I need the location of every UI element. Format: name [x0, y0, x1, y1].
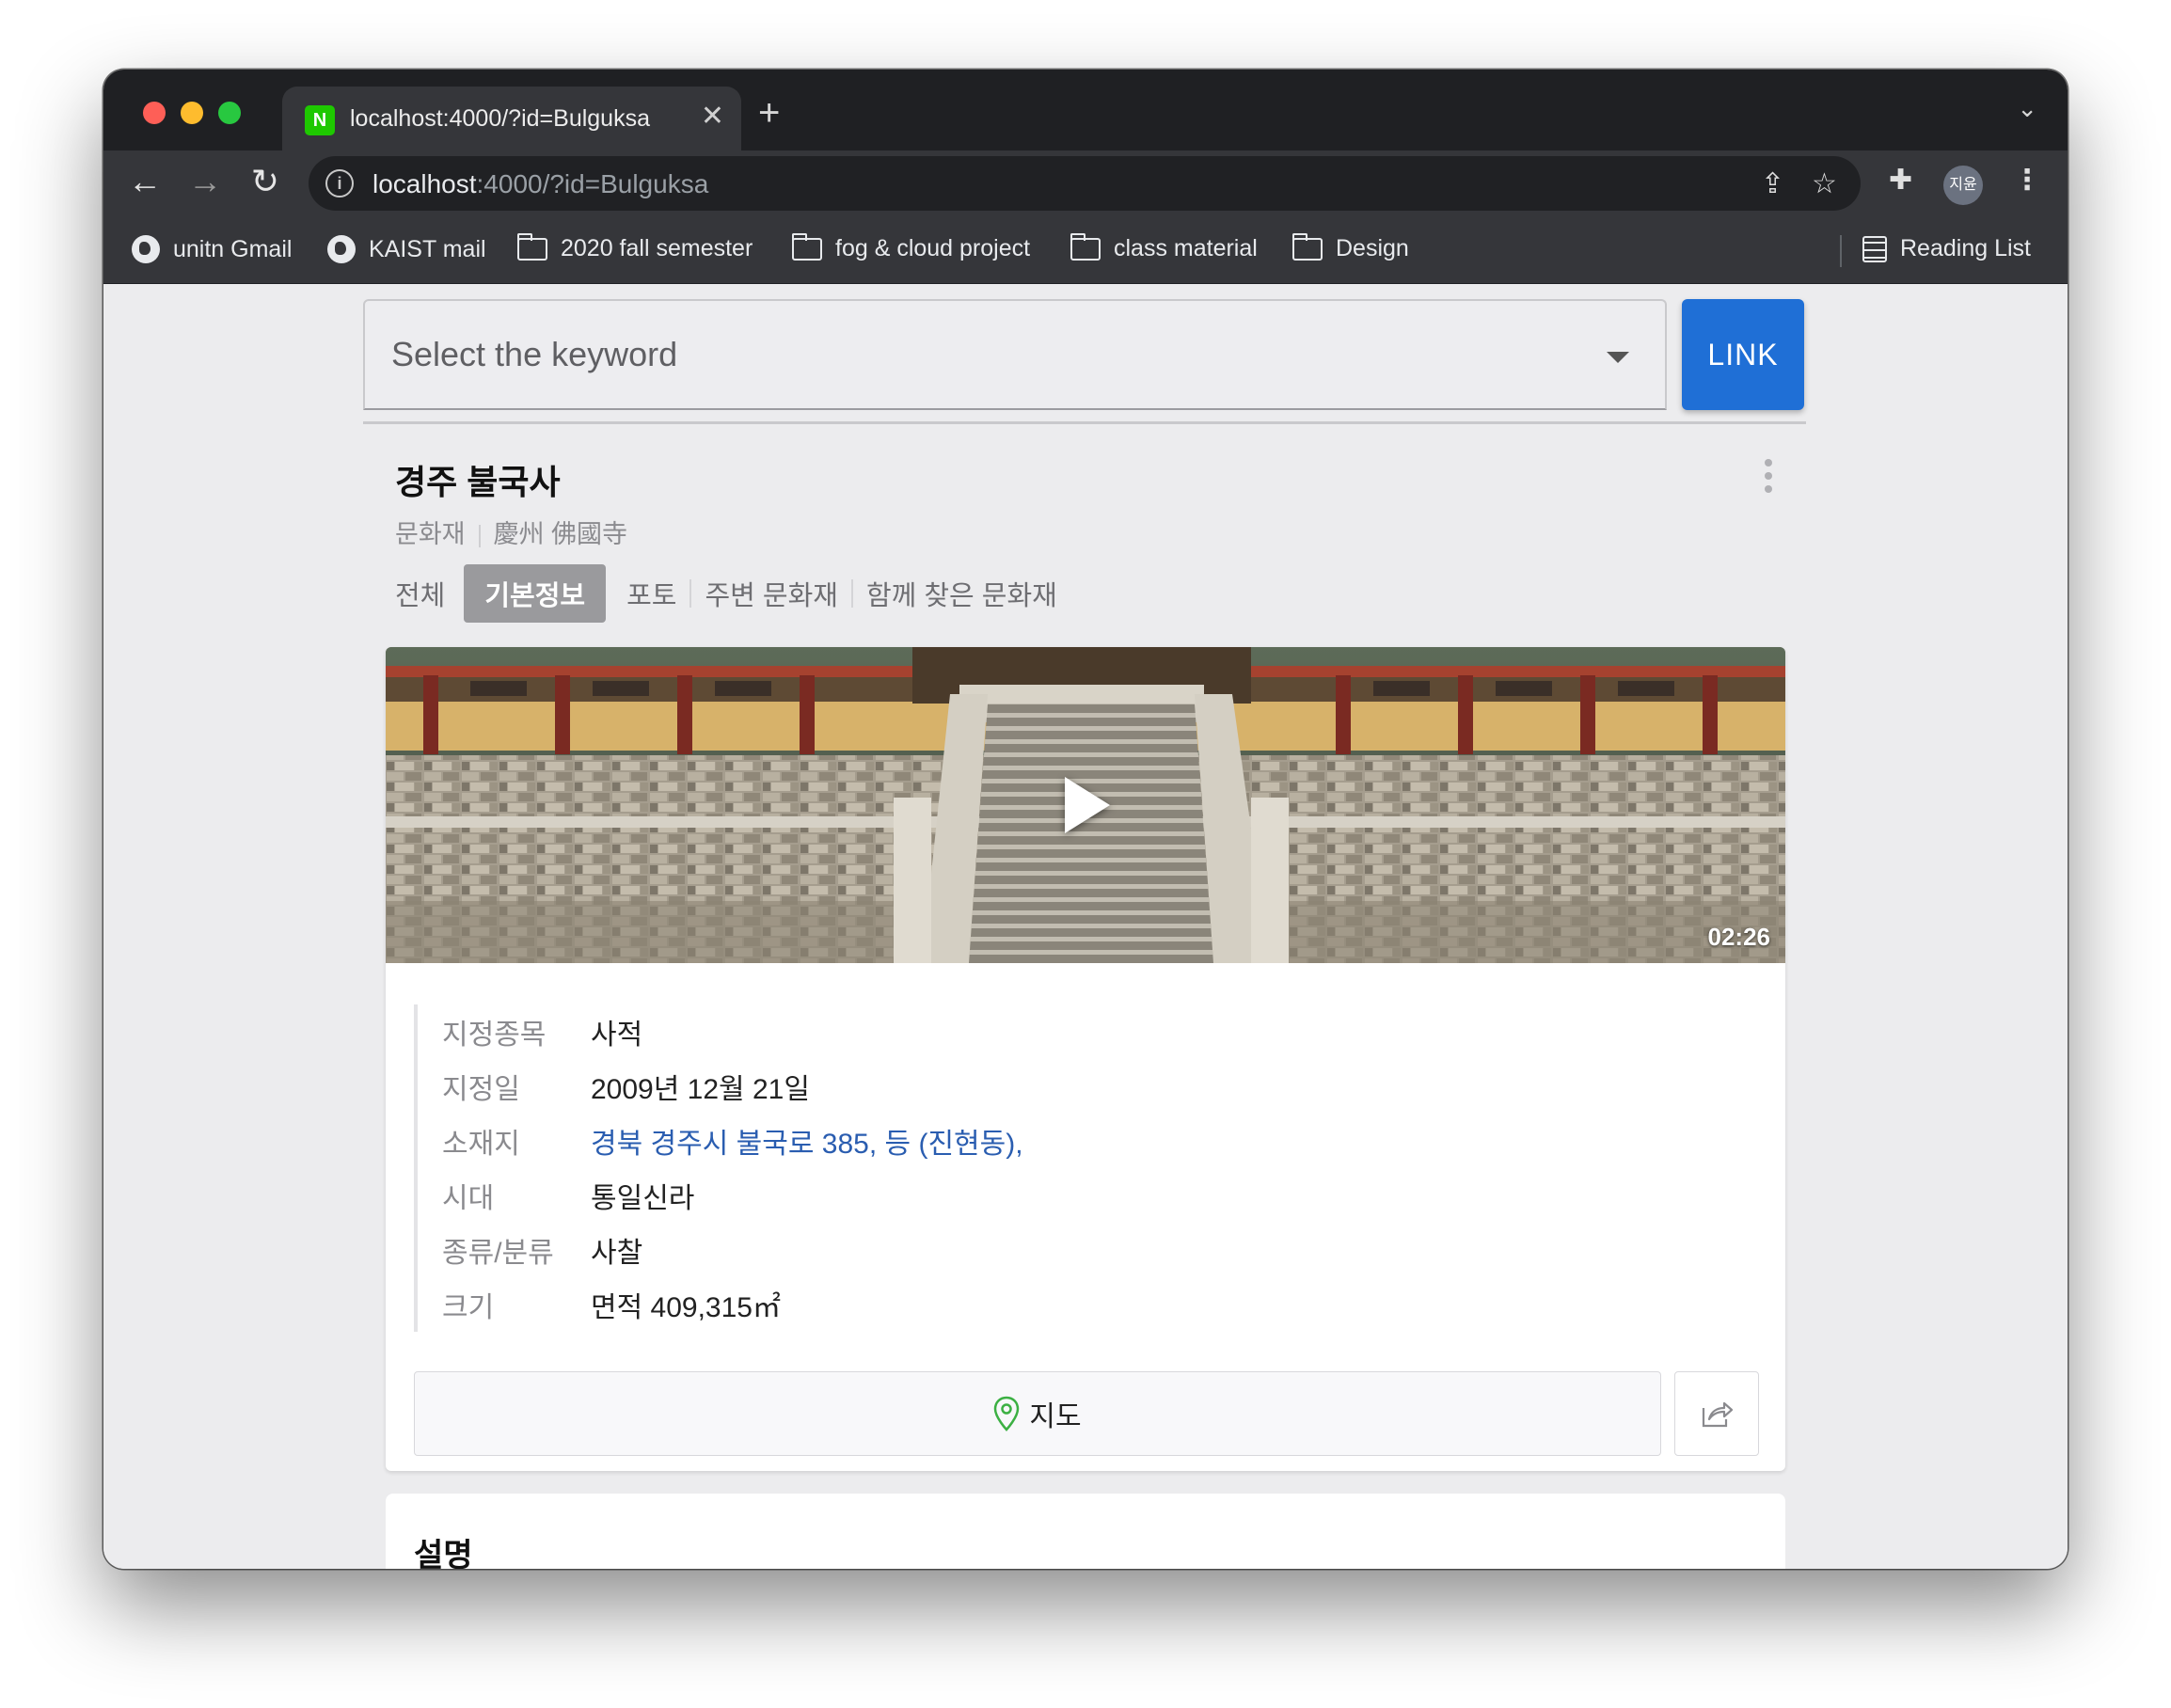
- folder-icon: [1292, 232, 1323, 261]
- detail-label: 지정일: [442, 1074, 520, 1105]
- detail-row: 지정종목 사적: [442, 1004, 1023, 1059]
- heritage-hanja: 慶州 佛國寺: [493, 520, 628, 548]
- maximize-window-button[interactable]: [218, 102, 241, 124]
- tab-photo[interactable]: 포토: [613, 574, 689, 613]
- dropdown-arrow-icon[interactable]: [1607, 352, 1629, 363]
- folder-icon: [792, 232, 822, 261]
- tab-close-icon[interactable]: ✕: [701, 100, 724, 133]
- tab-all[interactable]: 전체: [395, 574, 458, 613]
- forward-arrow-icon[interactable]: →: [186, 162, 224, 201]
- profile-avatar[interactable]: 지윤: [1943, 166, 1983, 205]
- address-bar[interactable]: i localhost:4000/?id=Bulguksa ⇪ ☆: [309, 156, 1861, 211]
- bookmark-folder-design[interactable]: Design: [1292, 232, 1409, 262]
- detail-label: 지정종목: [442, 1020, 547, 1051]
- bookmark-unitn-gmail[interactable]: unitn Gmail: [132, 235, 292, 263]
- heritage-category: 문화재: [395, 520, 466, 548]
- detail-value: 통일신라: [591, 1183, 695, 1214]
- page-content: Select the keyword LINK 경주 불국사 문화재 慶州 佛國寺…: [103, 284, 2068, 1569]
- browser-toolbar: ← → ↻ i localhost:4000/?id=Bulguksa ⇪ ☆ …: [103, 150, 2068, 218]
- share-icon: [1702, 1401, 1734, 1428]
- map-button-label: 지도: [1029, 1401, 1082, 1432]
- bookmark-kaist-mail[interactable]: KAIST mail: [327, 235, 486, 263]
- bookmark-folder-class-material[interactable]: class material: [1070, 232, 1258, 262]
- browser-tab[interactable]: N localhost:4000/?id=Bulguksa ✕: [282, 87, 741, 150]
- link-button[interactable]: LINK: [1682, 299, 1804, 410]
- keyword-select[interactable]: Select the keyword: [363, 299, 1667, 410]
- address-link[interactable]: 경북 경주시 불국로 385, 등 (진현동),: [591, 1120, 1023, 1162]
- detail-label: 종류/분류: [442, 1238, 554, 1269]
- bookmark-folder-fog-cloud[interactable]: fog & cloud project: [792, 232, 1030, 262]
- folder-icon: [517, 232, 547, 261]
- keyword-select-placeholder: Select the keyword: [391, 335, 678, 373]
- extensions-puzzle-icon[interactable]: ✚: [1889, 164, 1912, 197]
- detail-value: 면적 409,315㎡: [591, 1292, 781, 1323]
- details-list: 지정종목 사적 지정일 2009년 12월 21일 소재지 경북 경주시 불국로…: [414, 1004, 1023, 1332]
- detail-row: 크기 면적 409,315㎡: [442, 1277, 1023, 1332]
- heritage-panel: 경주 불국사 문화재 慶州 佛國寺 전체 기본정보 포토 주변 문화재 함께 찾은…: [363, 425, 1806, 1569]
- detail-row: 종류/분류 사찰: [442, 1223, 1023, 1277]
- heritage-title: 경주 불국사: [395, 463, 561, 501]
- tab-related-heritage[interactable]: 함께 찾은 문화재: [853, 574, 1070, 613]
- tab-strip: N localhost:4000/?id=Bulguksa ✕ + ⌄: [103, 70, 2068, 150]
- bookmark-folder-2020-fall[interactable]: 2020 fall semester: [517, 232, 753, 262]
- more-options-icon[interactable]: [1765, 459, 1772, 493]
- tab-basic-info[interactable]: 기본정보: [464, 564, 607, 623]
- detail-row: 소재지 경북 경주시 불국로 385, 등 (진현동),: [442, 1114, 1023, 1168]
- video-thumbnail[interactable]: 02:26: [386, 647, 1785, 963]
- heritage-tabs: 전체 기본정보 포토 주변 문화재 함께 찾은 문화재: [395, 564, 1070, 623]
- browser-menu-icon[interactable]: ⋮: [2013, 164, 2041, 197]
- detail-row: 지정일 2009년 12월 21일: [442, 1059, 1023, 1114]
- video-duration: 02:26: [1707, 923, 1771, 951]
- description-card: 설명: [386, 1494, 1785, 1569]
- description-title: 설명: [414, 1538, 473, 1569]
- reading-list-icon: [1862, 235, 1887, 262]
- globe-icon: [132, 235, 160, 263]
- basic-info-card: 02:26 지정종목 사적 지정일 2009년 12월 21일 소재지 경북 경…: [386, 647, 1785, 1471]
- minimize-window-button[interactable]: [181, 102, 203, 124]
- back-arrow-icon[interactable]: ←: [126, 162, 164, 201]
- detail-label: 크기: [442, 1292, 495, 1323]
- detail-label: 소재지: [442, 1129, 520, 1160]
- map-button[interactable]: 지도: [414, 1371, 1661, 1456]
- new-tab-icon[interactable]: +: [758, 92, 780, 134]
- heritage-subtitle: 문화재 慶州 佛國寺: [395, 514, 627, 550]
- tab-search-chevron-icon[interactable]: ⌄: [2017, 94, 2037, 123]
- bookmarks-bar: unitn Gmail KAIST mail 2020 fall semeste…: [103, 218, 2068, 284]
- detail-value: 사찰: [591, 1238, 643, 1269]
- bookmarks-divider: [1840, 235, 1842, 267]
- detail-value: 2009년 12월 21일: [591, 1074, 810, 1105]
- share-button[interactable]: [1674, 1371, 1759, 1456]
- reload-icon[interactable]: ↻: [246, 162, 284, 201]
- reading-list-button[interactable]: Reading List: [1862, 235, 2031, 262]
- detail-label: 시대: [442, 1183, 495, 1214]
- tab-nearby-heritage[interactable]: 주변 문화재: [691, 574, 850, 613]
- naver-favicon-icon: N: [305, 105, 335, 135]
- folder-icon: [1070, 232, 1101, 261]
- map-pin-icon: [994, 1396, 1020, 1431]
- divider: [363, 421, 1806, 424]
- site-info-icon[interactable]: i: [325, 169, 354, 198]
- tab-title: localhost:4000/?id=Bulguksa: [350, 105, 650, 132]
- share-page-icon[interactable]: ⇪: [1761, 167, 1784, 200]
- play-icon[interactable]: [1065, 777, 1110, 833]
- detail-row: 시대 통일신라: [442, 1168, 1023, 1223]
- browser-window: N localhost:4000/?id=Bulguksa ✕ + ⌄ ← → …: [103, 70, 2068, 1569]
- close-window-button[interactable]: [143, 102, 166, 124]
- globe-icon: [327, 235, 356, 263]
- address-url[interactable]: localhost:4000/?id=Bulguksa: [372, 169, 708, 199]
- detail-value: 사적: [591, 1020, 643, 1051]
- bookmark-star-icon[interactable]: ☆: [1812, 167, 1837, 200]
